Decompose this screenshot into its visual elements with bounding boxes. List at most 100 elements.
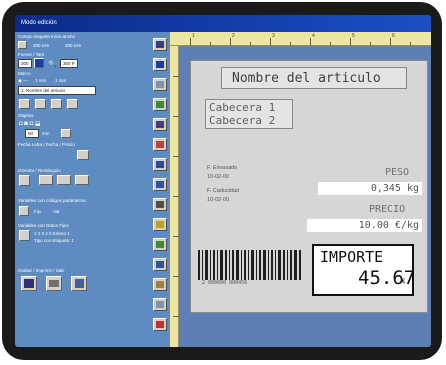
expiry-date-label: F. Caducidad <box>207 188 240 194</box>
header-1: Cabecera 1 <box>209 101 276 114</box>
font-color-button[interactable] <box>34 58 44 68</box>
ruler-number: 3 <box>272 33 275 39</box>
ruler-tick <box>410 42 411 46</box>
ruler-number: 5 <box>352 33 355 39</box>
align-right-button[interactable] <box>51 99 62 109</box>
barcode-icon[interactable] <box>153 198 167 211</box>
total-value: 45.67 <box>358 267 416 289</box>
section-font-label: Fuente / Tam <box>18 52 45 57</box>
field-name-dropdown[interactable]: 1. Nombre del articulo <box>18 86 96 95</box>
zoom-icon[interactable]: 🔍 <box>48 60 57 68</box>
ruler-icon[interactable] <box>153 278 167 291</box>
disk-tool-icon[interactable] <box>153 258 167 271</box>
list-icon[interactable] <box>153 138 167 151</box>
vertical-ruler <box>170 46 179 347</box>
ruler-number: 1 <box>192 33 195 39</box>
ruler-tick <box>173 276 179 277</box>
ruler-tick <box>173 236 179 237</box>
ruler-tick <box>173 316 179 317</box>
printer-icon <box>49 280 59 287</box>
exit-icon <box>74 279 84 288</box>
ruler-tick <box>173 76 179 77</box>
ruler-tick <box>290 42 291 46</box>
ruler-tick <box>250 42 251 46</box>
check-var[interactable]: Var <box>53 209 60 214</box>
font-size-field[interactable]: 300 <box>18 59 32 68</box>
header-field-box[interactable]: Cabecera 1 Cabecera 2 <box>205 99 293 129</box>
barcode-settings-button[interactable] <box>19 230 30 241</box>
line-option-1: 1 mm <box>35 78 47 83</box>
section-borders-label: Marco <box>18 71 31 76</box>
ruler-tick <box>230 38 231 46</box>
line-icon[interactable] <box>153 78 167 91</box>
barcode[interactable]: 2 000000 000456 <box>198 250 302 288</box>
window-title: Modo edición <box>21 20 57 26</box>
exit-button[interactable] <box>71 276 87 291</box>
contrast-icon[interactable] <box>153 238 167 251</box>
barcode-bars <box>198 250 301 280</box>
total-box[interactable]: IMPORTE 45.67 € <box>312 244 416 296</box>
horizontal-ruler: 1 2 3 4 5 6 <box>170 32 431 46</box>
text-icon[interactable] <box>153 58 167 71</box>
price-value: 10.00 €/kg <box>307 219 422 232</box>
ruler-tick <box>390 38 391 46</box>
check-fijo[interactable]: Fijo <box>34 209 41 214</box>
pen-icon[interactable] <box>153 298 167 311</box>
line-option-2: 1 mm <box>55 78 67 83</box>
box-icon[interactable] <box>153 118 167 131</box>
disk-icon <box>24 279 34 288</box>
size-radio-1[interactable] <box>18 41 27 49</box>
section-barcode-label: Variables con Datos Fijos <box>18 223 69 228</box>
pencil-icon[interactable] <box>153 38 167 51</box>
label-preview[interactable]: Nombre del articulo Cabecera 1 Cabecera … <box>190 60 428 313</box>
ruler-tick <box>190 38 191 46</box>
ruler-tick <box>310 38 311 46</box>
design-workspace[interactable]: 1 2 3 4 5 6 Nombre del articulo Cabecera… <box>170 32 431 347</box>
save-button[interactable] <box>21 276 37 291</box>
total-label: IMPORTE <box>320 248 384 266</box>
orient-option-3[interactable] <box>75 175 89 185</box>
rotate-button[interactable] <box>19 175 30 186</box>
window-titlebar: Modo edición <box>15 15 431 32</box>
ruler-tick <box>210 42 211 46</box>
tool-column <box>150 32 170 347</box>
spacing-unit: mm <box>42 131 50 136</box>
image-icon[interactable] <box>153 98 167 111</box>
ruler-tick <box>173 156 179 157</box>
title-field-box[interactable]: Nombre del articulo <box>221 67 407 89</box>
align-justify-button[interactable] <box>67 99 78 109</box>
section-variables-label: Variables con códigos parámetros <box>18 198 86 203</box>
paint-icon[interactable] <box>153 218 167 231</box>
app-screen: Modo edición Campo etiqueta Inicio ancho… <box>15 15 431 347</box>
label-title: Nombre del articulo <box>232 71 381 86</box>
ruler-tick <box>330 42 331 46</box>
ruler-tick <box>350 38 351 46</box>
section-date-label: Fecha Letra / Fecha / Precio <box>18 142 75 147</box>
expiry-date-value: 10-02-00 <box>207 197 230 203</box>
calendar-icon[interactable] <box>153 158 167 171</box>
weight-label: PESO <box>385 167 410 178</box>
stop-icon[interactable] <box>153 318 167 331</box>
print-button[interactable] <box>46 276 62 291</box>
align-center-button[interactable] <box>35 99 46 109</box>
edit-icon[interactable] <box>153 178 167 191</box>
date-options-button[interactable] <box>77 150 89 160</box>
object-tools[interactable]: ◘ ◙ ◘ ⬓ <box>19 120 41 127</box>
orient-option-1[interactable] <box>39 175 53 185</box>
section-objects-label: Objetos <box>18 113 34 118</box>
size-option-2: 400 mm <box>65 43 82 48</box>
price-label: PRECIO <box>369 204 406 215</box>
variables-button[interactable] <box>19 206 29 216</box>
font-style-field[interactable]: 300 P <box>60 59 78 68</box>
line-radio-1[interactable]: ◉ — <box>18 78 28 84</box>
packed-date-label: F. Envasado <box>207 165 238 171</box>
orient-option-2[interactable] <box>57 175 71 185</box>
align-left-button[interactable] <box>19 99 30 109</box>
total-currency: € <box>402 279 406 285</box>
weight-value: 0,345 kg <box>318 182 422 195</box>
packed-date-value: 10-02-00 <box>207 174 230 180</box>
spacing-field[interactable]: 50 <box>25 129 39 138</box>
ruler-tick <box>173 196 179 197</box>
spacing-apply-button[interactable] <box>61 129 71 138</box>
size-option-1: 400 mm <box>33 43 50 48</box>
